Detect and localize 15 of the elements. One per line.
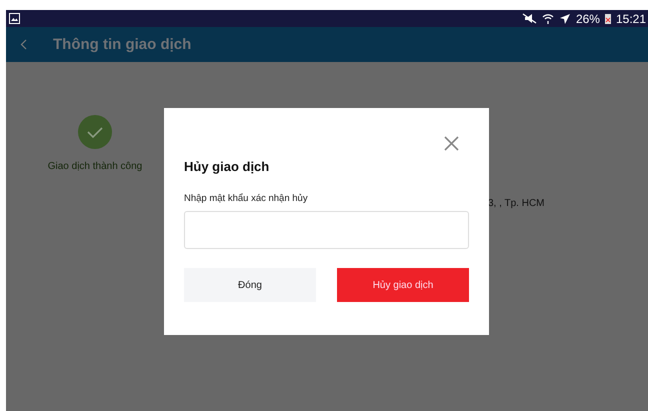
success-status: Giao dịch thành công <box>48 161 142 172</box>
dialog-title: Hủy giao dịch <box>184 159 270 174</box>
password-field[interactable] <box>184 211 469 249</box>
picture-icon <box>9 13 20 24</box>
wifi-icon <box>542 12 554 24</box>
battery-icon <box>604 13 611 24</box>
back-icon[interactable] <box>20 39 27 50</box>
close-icon[interactable] <box>444 136 459 151</box>
field-label: Nhập mật khẩu xác nhận hủy <box>184 193 309 204</box>
clock-time: 15:21 <box>616 12 646 26</box>
screen-title: Thông tin giao dịch <box>53 36 192 53</box>
close-button[interactable]: Đóng <box>184 268 316 302</box>
check-circle-icon <box>78 115 112 149</box>
mute-icon <box>522 13 537 24</box>
battery-percent: 26% <box>576 12 600 26</box>
